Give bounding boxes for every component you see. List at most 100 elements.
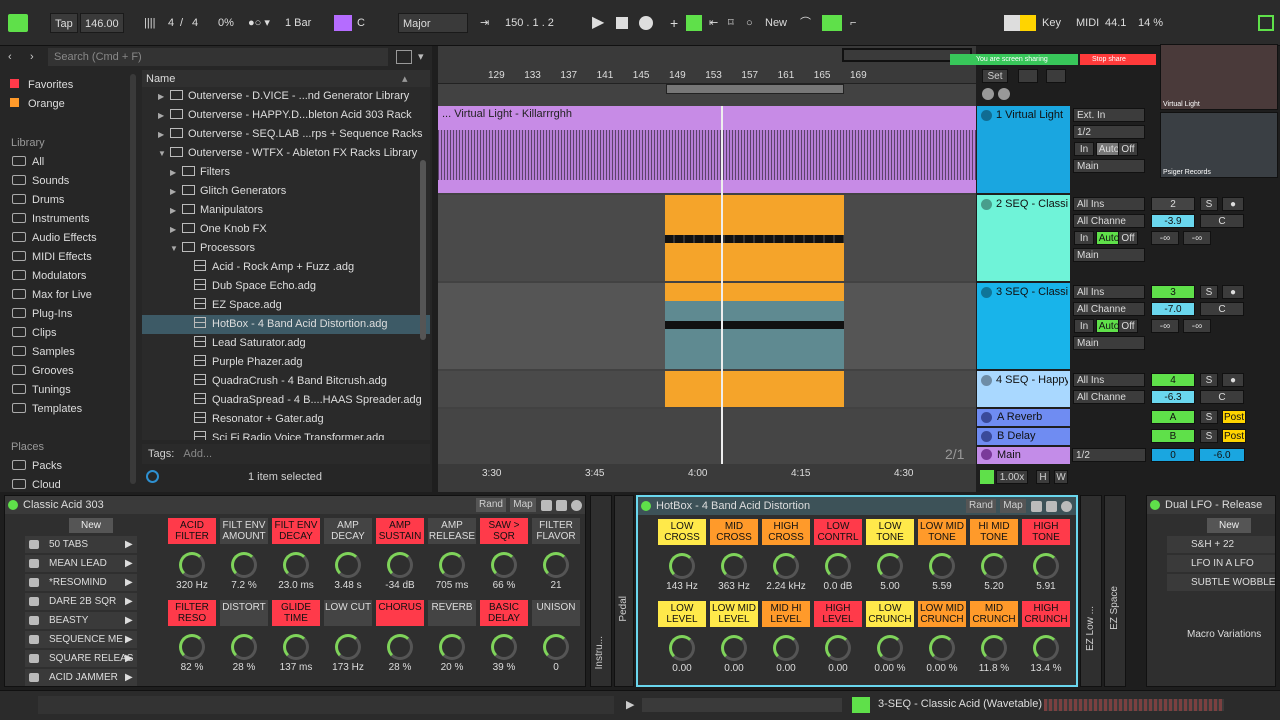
file-row[interactable]: ▶ Outerverse - HAPPY.D...bleton Acid 303 … [142, 106, 430, 125]
arm-icon[interactable]: ● [1222, 285, 1244, 299]
macro-knob[interactable]: AMP RELEASE 705 ms [428, 518, 476, 600]
name-header[interactable]: Name ▴ [142, 70, 430, 88]
rand-button[interactable]: Rand [966, 499, 996, 513]
variation-item[interactable]: DARE 2B SQR ▶ [25, 593, 137, 610]
rand-button[interactable]: Rand [476, 498, 506, 512]
file-row[interactable]: Sci Fi Radio Voice Transformer.adg [142, 429, 430, 440]
new-variation-button[interactable]: New [1207, 518, 1251, 533]
launch-variation-icon[interactable]: ▶ [125, 593, 133, 610]
monitor-in-button[interactable]: In [1074, 319, 1094, 333]
play-clip-icon[interactable]: ▶ [626, 698, 634, 711]
library-item-3[interactable]: Instruments [12, 210, 89, 228]
launch-variation-icon[interactable]: ▶ [125, 574, 133, 591]
knob-dial[interactable] [877, 553, 903, 579]
macro-knob[interactable]: GLIDE TIME 137 ms [272, 600, 320, 682]
knob-dial[interactable] [283, 634, 309, 660]
monitor-off-button[interactable]: Off [1118, 319, 1138, 333]
midi-clip[interactable] [665, 283, 844, 369]
knob-dial[interactable] [721, 553, 747, 579]
midi-clip[interactable] [665, 195, 844, 281]
link-toggle[interactable] [8, 14, 28, 32]
file-row[interactable]: EZ Space.adg [142, 296, 430, 315]
fold-icon[interactable] [981, 431, 992, 442]
monitor-in-button[interactable]: In [1074, 231, 1094, 245]
master-db[interactable]: -6.0 [1199, 448, 1245, 462]
macro-knob[interactable]: LOW CONTRL 0.0 dB [814, 519, 862, 601]
library-item-11[interactable]: Grooves [12, 362, 74, 380]
knob-dial[interactable] [387, 634, 413, 660]
tags-bar[interactable]: Tags: Add... [142, 444, 430, 464]
send-b[interactable]: -∞ [1183, 319, 1211, 333]
chevron-down-icon[interactable]: ▾ [418, 50, 424, 63]
w-button[interactable]: W [1054, 470, 1068, 484]
resize-icon[interactable] [1018, 69, 1038, 83]
return-solo-button[interactable]: S [1200, 429, 1218, 443]
file-row[interactable]: ▶ Glitch Generators [142, 182, 430, 201]
track-output-select[interactable]: Main [1073, 159, 1145, 173]
track-volume[interactable]: -7.0 [1151, 302, 1195, 316]
time-sig-num[interactable]: 4 [168, 13, 174, 33]
track-channel-select[interactable]: All Channe [1073, 390, 1145, 404]
disclosure-triangle-icon[interactable]: ▶ [158, 87, 170, 106]
send-a[interactable]: -∞ [1151, 319, 1179, 333]
metronome-icon[interactable]: ●○ ▾ [248, 13, 270, 33]
track-header-2[interactable]: 2 SEQ - Classic [977, 195, 1070, 281]
knob-dial[interactable] [773, 553, 799, 579]
record-icon[interactable] [639, 16, 653, 30]
knob-dial[interactable] [179, 634, 205, 660]
session-record-icon[interactable]: ○ [746, 13, 753, 33]
loop-switch-icon[interactable] [822, 15, 842, 31]
file-row[interactable]: ▶ Filters [142, 163, 430, 182]
play-icon[interactable]: ▶ [592, 13, 604, 33]
knob-dial[interactable] [439, 634, 465, 660]
macro-knob[interactable]: AMP DECAY 3.48 s [324, 518, 372, 600]
device-power-icon[interactable] [8, 500, 18, 510]
macro-knob[interactable]: LOW TONE 5.00 [866, 519, 914, 601]
collection-favorites[interactable]: Favorites [10, 76, 73, 94]
post-button[interactable]: Post [1222, 410, 1246, 424]
lock-icon[interactable] [29, 559, 39, 568]
macro-knob[interactable]: LOW MID TONE 5.59 [918, 519, 966, 601]
track-pan[interactable]: C [1200, 390, 1244, 404]
file-row[interactable]: Dub Space Echo.adg [142, 277, 430, 296]
file-row[interactable]: ▶ Outerverse - SEQ.LAB ...rps + Sequence … [142, 125, 430, 144]
variation-item[interactable]: SUBTLE WOBBLE [1167, 574, 1275, 591]
macro-knob[interactable]: SAW > SQR 66 % [480, 518, 528, 600]
knob-dial[interactable] [929, 635, 955, 661]
fold-icon[interactable] [981, 199, 992, 210]
collection-orange[interactable]: Orange [10, 95, 65, 113]
midi-clip[interactable] [665, 371, 844, 407]
back-to-arrangement-icon[interactable]: ⇤ [709, 13, 718, 33]
disclosure-triangle-icon[interactable]: ▼ [158, 144, 170, 163]
file-row[interactable]: QuadraCrush - 4 Band Bitcrush.adg [142, 372, 430, 391]
file-row[interactable]: ▶ Outerverse - D.VICE - ...nd Generator L… [142, 87, 430, 106]
library-item-12[interactable]: Tunings [12, 381, 71, 399]
macro-knob[interactable]: MID CRUNCH 11.8 % [970, 601, 1018, 683]
arm-icon[interactable]: ● [1222, 373, 1244, 387]
file-row[interactable]: ▼ Processors [142, 239, 430, 258]
fold-icon[interactable] [981, 375, 992, 386]
audio-clip[interactable]: ... Virtual Light - Killarrrghh [438, 106, 976, 193]
variation-item[interactable]: *RESOMIND ▶ [25, 574, 137, 591]
lock-icon[interactable] [29, 635, 39, 644]
lock-icon[interactable] [29, 616, 39, 625]
places-packs[interactable]: Packs [12, 457, 62, 475]
disclosure-triangle-icon[interactable]: ▶ [158, 125, 170, 144]
meter-icon[interactable] [980, 470, 994, 484]
file-row[interactable]: QuadraSpread - 4 B....HAAS Spreader.adg [142, 391, 430, 410]
library-item-5[interactable]: MIDI Effects [12, 248, 92, 266]
macro-knob[interactable]: MID HI LEVEL 0.00 [762, 601, 810, 683]
macro-knob[interactable]: LOW CROSS 143 Hz [658, 519, 706, 601]
loop-brace[interactable] [666, 84, 844, 94]
master-volume[interactable]: 0 [1151, 448, 1195, 462]
scale-select[interactable]: Major [398, 13, 468, 33]
file-list-scrollbar[interactable] [420, 160, 426, 340]
tempo-field[interactable]: 146.00 [80, 13, 124, 33]
solo-button[interactable]: S [1200, 373, 1218, 387]
track-output-select[interactable]: Main [1073, 336, 1145, 350]
variation-item[interactable]: 50 TABS ▶ [25, 536, 137, 553]
lock-icon[interactable] [29, 540, 39, 549]
knob-dial[interactable] [543, 634, 569, 660]
library-item-0[interactable]: All [12, 153, 44, 171]
knob-dial[interactable] [981, 553, 1007, 579]
